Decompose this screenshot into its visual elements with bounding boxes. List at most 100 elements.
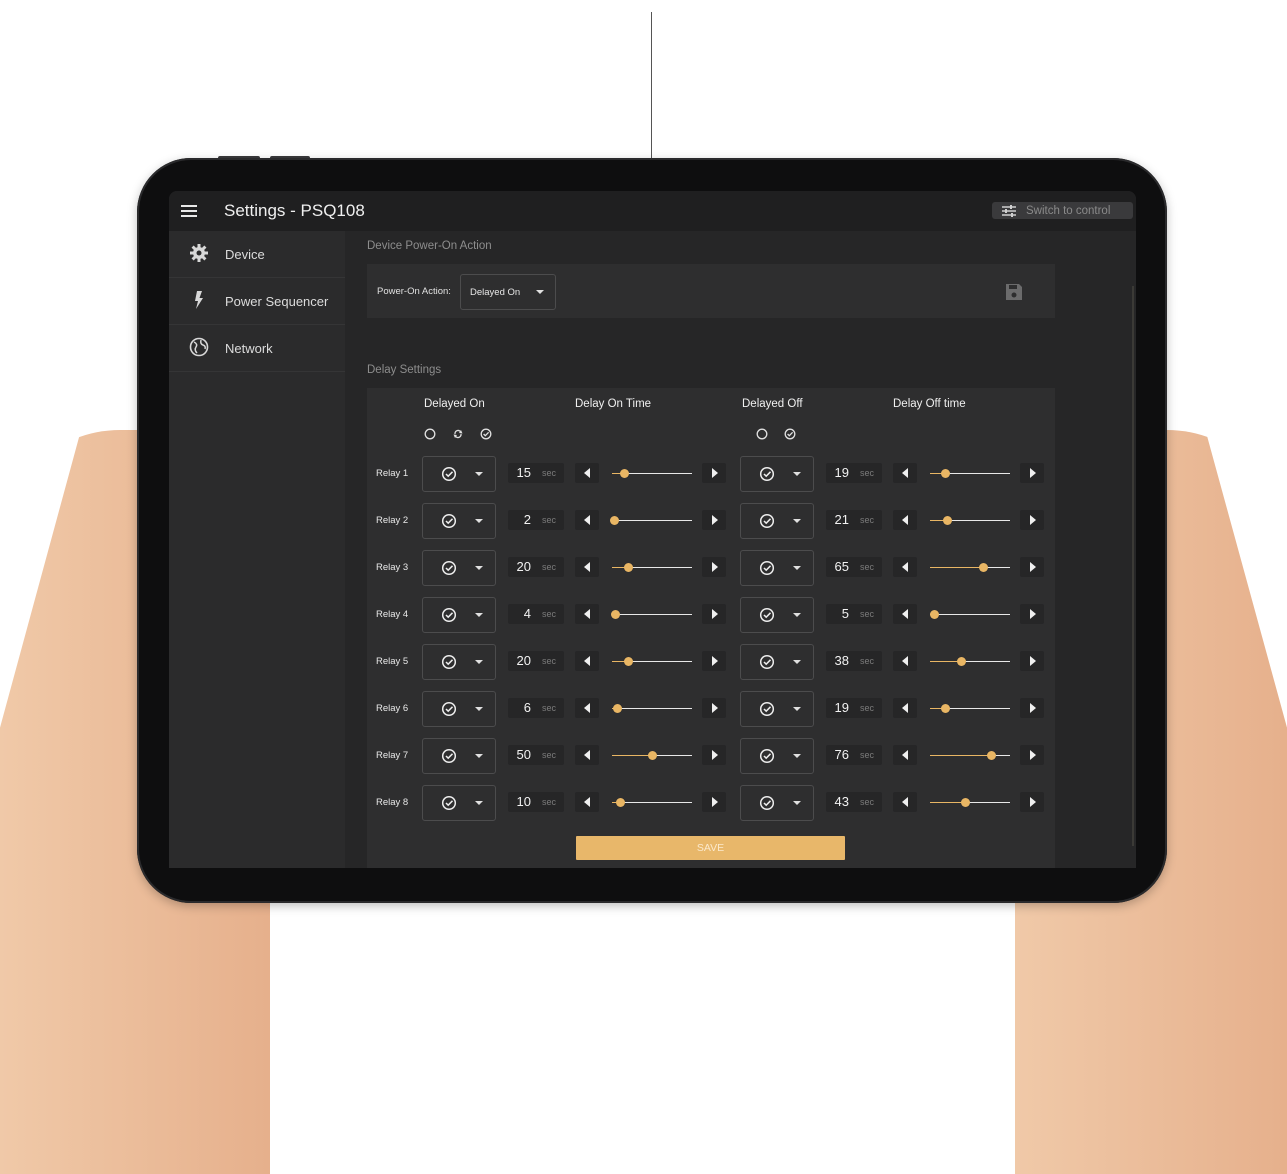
delay-off-slider[interactable]	[930, 469, 1010, 478]
delay-on-slider-handle[interactable]	[624, 657, 634, 666]
delayed-off-mode-select[interactable]	[740, 691, 814, 727]
delay-on-seconds-field[interactable]: 50 sec	[508, 745, 564, 765]
delay-on-decrease-button[interactable]	[575, 510, 599, 530]
delay-on-seconds-field[interactable]: 2 sec	[508, 510, 564, 530]
delayed-on-mode-select[interactable]	[422, 597, 496, 633]
delay-on-slider[interactable]	[612, 704, 692, 713]
delay-off-slider-handle[interactable]	[978, 563, 988, 572]
delayed-off-mode-select[interactable]	[740, 738, 814, 774]
delay-off-slider-handle[interactable]	[956, 657, 966, 666]
delay-on-slider[interactable]	[609, 516, 692, 525]
delay-off-slider[interactable]	[930, 657, 1010, 666]
delay-on-increase-button[interactable]	[702, 745, 726, 765]
power-on-action-select[interactable]: Delayed On	[460, 274, 556, 310]
delay-off-slider[interactable]	[930, 563, 1010, 572]
delay-on-decrease-button[interactable]	[575, 792, 599, 812]
delay-off-slider-handle[interactable]	[941, 704, 951, 713]
delay-off-seconds-field[interactable]: 65 sec	[826, 557, 882, 577]
delay-off-decrease-button[interactable]	[893, 792, 917, 812]
delayed-on-mode-select[interactable]	[422, 785, 496, 821]
delayed-off-mode-select[interactable]	[740, 503, 814, 539]
delayed-off-mode-select[interactable]	[740, 785, 814, 821]
delay-on-slider-handle[interactable]	[612, 704, 622, 713]
delay-on-seconds-field[interactable]: 10 sec	[508, 792, 564, 812]
delay-on-increase-button[interactable]	[702, 510, 726, 530]
delay-on-increase-button[interactable]	[702, 698, 726, 718]
delayed-on-mode-select[interactable]	[422, 644, 496, 680]
delay-on-slider-handle[interactable]	[609, 516, 619, 525]
delay-off-seconds-field[interactable]: 5 sec	[826, 604, 882, 624]
delay-off-seconds-field[interactable]: 19 sec	[826, 698, 882, 718]
delay-off-decrease-button[interactable]	[893, 698, 917, 718]
delay-off-slider[interactable]	[930, 798, 1010, 807]
delay-on-slider-handle[interactable]	[648, 751, 658, 760]
delay-off-increase-button[interactable]	[1020, 651, 1044, 671]
delay-on-slider[interactable]	[612, 657, 692, 666]
scrollbar[interactable]	[1132, 286, 1134, 846]
delay-on-seconds-field[interactable]: 4 sec	[508, 604, 564, 624]
delay-on-seconds-field[interactable]: 15 sec	[508, 463, 564, 483]
delay-on-decrease-button[interactable]	[575, 698, 599, 718]
delay-off-increase-button[interactable]	[1020, 698, 1044, 718]
delay-off-increase-button[interactable]	[1020, 745, 1044, 765]
delay-on-slider-handle[interactable]	[620, 469, 630, 478]
delay-off-seconds-field[interactable]: 76 sec	[826, 745, 882, 765]
delay-on-slider[interactable]	[611, 610, 692, 619]
delay-on-increase-button[interactable]	[702, 651, 726, 671]
delay-off-seconds-field[interactable]: 21 sec	[826, 510, 882, 530]
delay-off-decrease-button[interactable]	[893, 604, 917, 624]
delay-off-seconds-field[interactable]: 38 sec	[826, 651, 882, 671]
delay-on-increase-button[interactable]	[702, 463, 726, 483]
delay-off-slider-handle[interactable]	[960, 798, 970, 807]
delay-on-decrease-button[interactable]	[575, 651, 599, 671]
delay-off-increase-button[interactable]	[1020, 557, 1044, 577]
sidebar-item-power-sequencer[interactable]: Power Sequencer	[169, 278, 345, 325]
delay-off-decrease-button[interactable]	[893, 510, 917, 530]
delay-off-increase-button[interactable]	[1020, 604, 1044, 624]
delay-off-slider-handle[interactable]	[930, 610, 940, 619]
delay-off-decrease-button[interactable]	[893, 557, 917, 577]
delayed-off-mode-select[interactable]	[740, 550, 814, 586]
delay-on-slider[interactable]	[612, 798, 692, 807]
delay-on-slider-handle[interactable]	[616, 798, 626, 807]
delay-on-decrease-button[interactable]	[575, 745, 599, 765]
delay-off-decrease-button[interactable]	[893, 651, 917, 671]
delay-on-increase-button[interactable]	[702, 792, 726, 812]
delay-on-decrease-button[interactable]	[575, 604, 599, 624]
delay-off-slider-handle[interactable]	[987, 751, 997, 760]
delayed-on-mode-select[interactable]	[422, 456, 496, 492]
delay-on-seconds-field[interactable]: 20 sec	[508, 557, 564, 577]
delay-on-seconds-field[interactable]: 6 sec	[508, 698, 564, 718]
delay-on-slider-handle[interactable]	[611, 610, 621, 619]
delay-off-slider[interactable]	[930, 751, 1010, 760]
delay-on-slider[interactable]	[612, 563, 692, 572]
delay-off-slider[interactable]	[930, 516, 1010, 525]
save-button[interactable]: SAVE	[576, 836, 845, 860]
delay-off-increase-button[interactable]	[1020, 463, 1044, 483]
delayed-off-mode-select[interactable]	[740, 456, 814, 492]
delay-off-slider-handle[interactable]	[941, 469, 951, 478]
delay-on-increase-button[interactable]	[702, 604, 726, 624]
hamburger-menu-icon[interactable]	[181, 205, 197, 217]
switch-to-control-button[interactable]: Switch to control	[992, 202, 1133, 219]
delay-off-slider-handle[interactable]	[942, 516, 952, 525]
delay-on-decrease-button[interactable]	[575, 557, 599, 577]
delay-off-slider[interactable]	[930, 610, 1010, 619]
floppy-save-icon[interactable]	[1005, 283, 1023, 301]
delayed-on-mode-select[interactable]	[422, 691, 496, 727]
delay-off-decrease-button[interactable]	[893, 463, 917, 483]
delay-off-decrease-button[interactable]	[893, 745, 917, 765]
delay-on-decrease-button[interactable]	[575, 463, 599, 483]
delayed-off-mode-select[interactable]	[740, 644, 814, 680]
delayed-on-mode-select[interactable]	[422, 738, 496, 774]
delay-off-seconds-field[interactable]: 43 sec	[826, 792, 882, 812]
delay-on-slider[interactable]	[612, 751, 692, 760]
delay-off-increase-button[interactable]	[1020, 510, 1044, 530]
delay-off-seconds-field[interactable]: 19 sec	[826, 463, 882, 483]
delay-on-slider-handle[interactable]	[624, 563, 634, 572]
delay-on-seconds-field[interactable]: 20 sec	[508, 651, 564, 671]
delay-on-increase-button[interactable]	[702, 557, 726, 577]
delay-off-slider[interactable]	[930, 704, 1010, 713]
delayed-on-mode-select[interactable]	[422, 503, 496, 539]
sidebar-item-device[interactable]: Device	[169, 231, 345, 278]
